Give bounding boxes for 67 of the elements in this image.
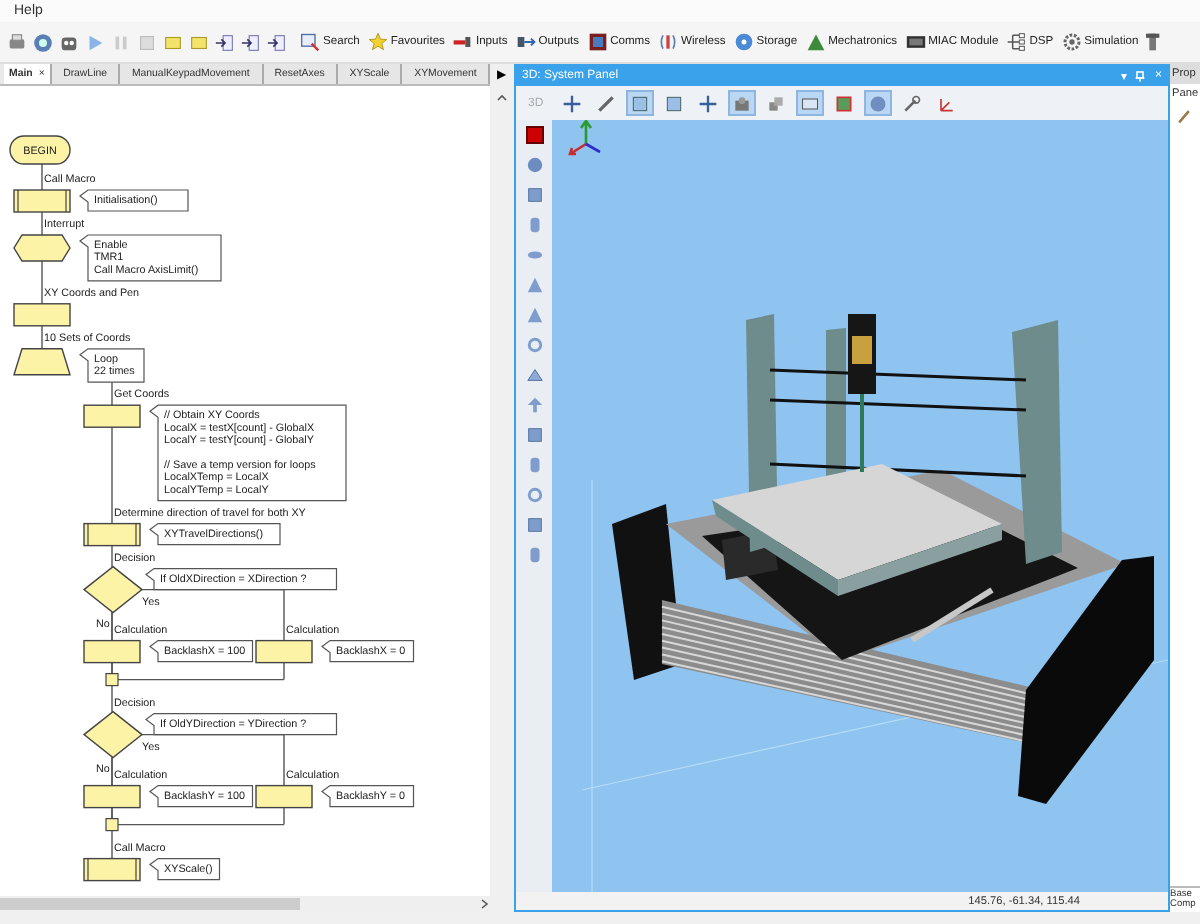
output-icon	[515, 32, 536, 52]
search-icon	[300, 32, 320, 52]
calculation-block[interactable]	[255, 639, 313, 664]
pyramid-icon[interactable]	[525, 306, 543, 324]
comment-box	[149, 523, 281, 546]
camera-icon[interactable]	[727, 90, 756, 116]
scroll-up-icon[interactable]	[496, 92, 508, 104]
comms-icon	[587, 32, 608, 52]
cube-icon[interactable]	[525, 426, 543, 444]
calculation-block[interactable]	[83, 639, 141, 664]
scrollbar-thumb[interactable]	[0, 898, 300, 910]
3d-viewport[interactable]	[552, 120, 1168, 892]
arrow-icon[interactable]	[525, 396, 543, 414]
prism-icon[interactable]	[525, 366, 543, 384]
cube-icon[interactable]	[525, 186, 543, 204]
comment-box	[79, 189, 189, 212]
cone-icon[interactable]	[525, 276, 543, 294]
calculation-block[interactable]	[83, 784, 141, 809]
comment-box	[321, 640, 415, 663]
print-icon[interactable]	[6, 31, 28, 53]
step-over-icon[interactable]	[240, 31, 262, 53]
calculation-block[interactable]	[83, 404, 141, 428]
cnc-machine-drawing[interactable]	[612, 314, 1154, 804]
note-icon[interactable]	[162, 31, 184, 53]
pin-icon[interactable]	[1134, 70, 1147, 82]
sphere-icon[interactable]	[525, 156, 543, 174]
cylinder-icon[interactable]	[525, 216, 543, 234]
cylinder-icon[interactable]	[525, 456, 543, 474]
macro-block[interactable]	[83, 857, 141, 882]
gear-icon	[1061, 32, 1082, 52]
wireless-icon	[658, 32, 679, 52]
tube-icon[interactable]	[525, 486, 543, 504]
storage-icon	[733, 32, 754, 52]
macro-block[interactable]	[13, 189, 71, 213]
comment-box	[149, 640, 254, 663]
comment-box	[149, 785, 254, 808]
star-icon	[367, 32, 388, 52]
connection-point	[105, 673, 119, 687]
macro-block[interactable]	[83, 522, 141, 547]
comment-box	[79, 234, 222, 282]
step-out-icon[interactable]	[266, 31, 288, 53]
frame-icon[interactable]	[625, 90, 654, 116]
pencil-icon[interactable]	[1176, 108, 1192, 124]
axes-gizmo-icon[interactable]	[568, 120, 601, 156]
connection-point	[105, 818, 119, 832]
comment-box	[149, 858, 221, 881]
cylinder-icon[interactable]	[525, 546, 543, 564]
begin-block[interactable]	[9, 135, 71, 165]
chip-icon	[905, 32, 926, 52]
interrupt-block[interactable]	[13, 234, 71, 262]
color-swatch[interactable]	[525, 126, 543, 144]
box-icon[interactable]	[525, 516, 543, 534]
comment-box	[321, 785, 415, 808]
calculation-block[interactable]	[255, 784, 313, 809]
help-icon[interactable]	[32, 31, 54, 53]
decision-block[interactable]	[82, 710, 144, 759]
scroll-right-icon[interactable]	[478, 898, 490, 910]
input-icon	[452, 32, 473, 52]
box-icon[interactable]	[795, 90, 824, 116]
step-into-icon[interactable]	[214, 31, 236, 53]
mechatronics-icon	[805, 32, 826, 52]
disc-icon[interactable]	[525, 246, 543, 264]
ring-icon[interactable]	[525, 336, 543, 354]
decision-block[interactable]	[82, 565, 144, 614]
loop-block[interactable]	[13, 348, 71, 376]
dsp-icon	[1006, 32, 1027, 52]
calculation-block[interactable]	[13, 303, 71, 327]
